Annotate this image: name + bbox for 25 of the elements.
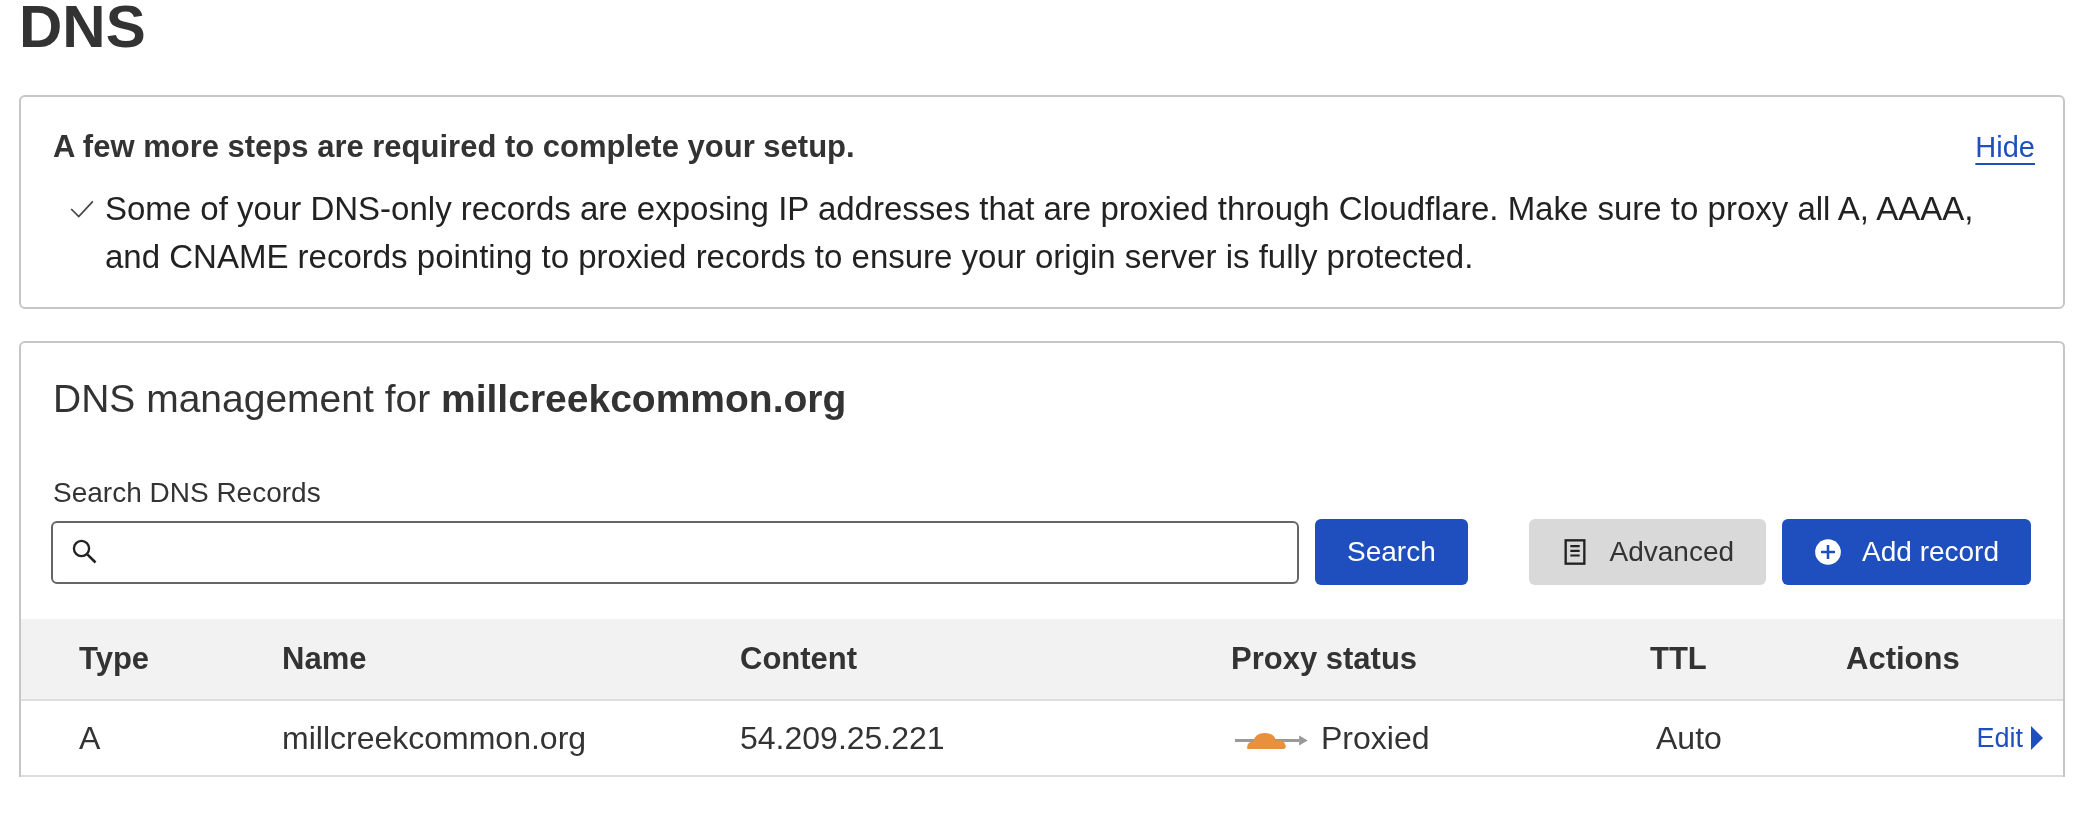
caret-icon	[2031, 725, 2043, 751]
proxy-status: Proxied	[1321, 719, 1430, 757]
search-label: Search DNS Records	[52, 476, 322, 509]
plus-circle-icon	[1814, 538, 1843, 566]
section-heading: DNS management for millcreekcommon.org	[52, 377, 848, 421]
search-button[interactable]: Search	[1315, 519, 1468, 585]
column-header: Content	[740, 641, 859, 677]
table-cell-text: A	[79, 719, 102, 757]
column-header: Proxy status	[1231, 641, 1419, 677]
edit-link[interactable]: Edit	[1976, 722, 2023, 754]
column-header: Type	[79, 641, 151, 677]
table-cell-text: 54.209.25.221	[740, 719, 946, 757]
notice-heading: A few more steps are required to complete your setup.	[53, 129, 855, 165]
column-header: Actions	[1846, 641, 1961, 677]
column-header: Name	[282, 641, 368, 677]
advanced-button[interactable]: Advanced	[1529, 519, 1767, 585]
column-header: TTL	[1650, 641, 1708, 677]
search-icon	[71, 538, 99, 566]
search-field[interactable]	[51, 520, 1299, 584]
page-title: DNS	[19, 0, 147, 60]
notice-message: Some of your DNS-only records are exposing IP addresses that are proxied through Cloudflare. Make sure to proxy all A, AAAA, and CNAME records pointing to proxied records to ensure your origin server is fully protected.	[105, 189, 1975, 277]
table-cell-text: Auto	[1656, 719, 1723, 757]
add-record-button[interactable]: Add record	[1782, 519, 2031, 585]
hide-link[interactable]: Hide	[1975, 130, 2035, 164]
table-cell-text: millcreekcommon.org	[282, 719, 588, 757]
